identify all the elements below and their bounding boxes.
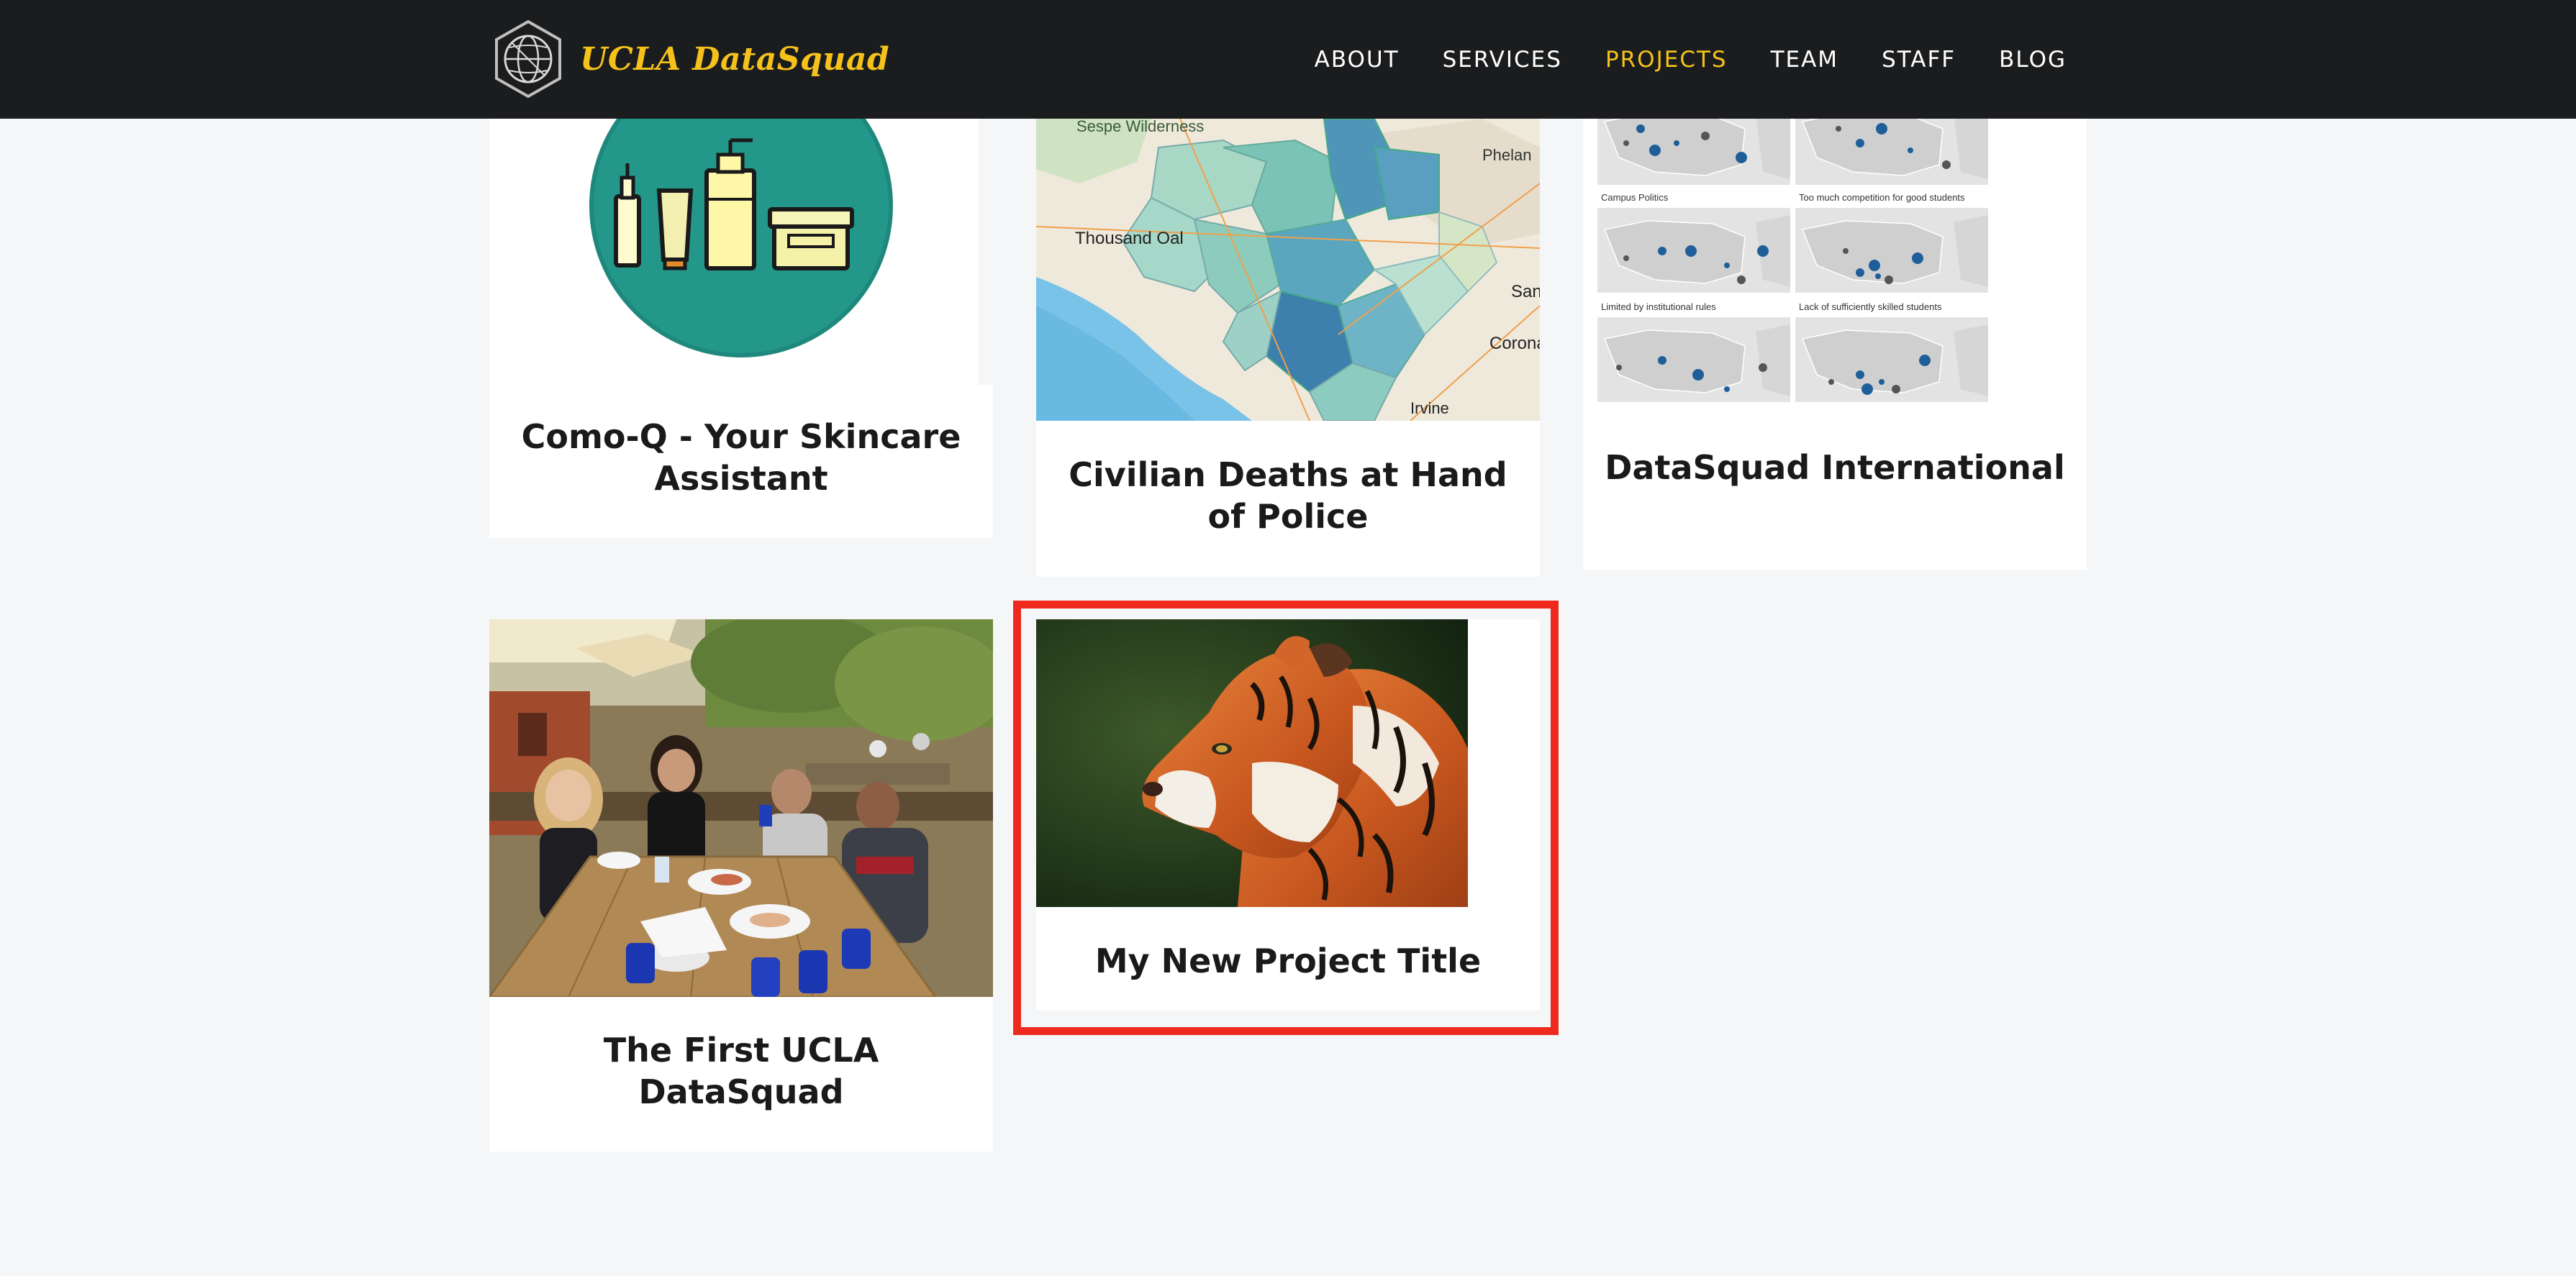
map-panel bbox=[1597, 119, 1790, 185]
map-dot bbox=[1869, 260, 1880, 271]
project-card-civilian-deaths[interactable]: Sespe Wilderness Phelan Thousand Oal Cor… bbox=[1036, 119, 1540, 577]
map-dot bbox=[1942, 160, 1951, 169]
map-dot bbox=[1649, 145, 1661, 156]
map-dot bbox=[1892, 385, 1900, 393]
map-dot bbox=[1759, 363, 1767, 372]
map-dot bbox=[1724, 386, 1730, 392]
map-dot bbox=[1757, 245, 1769, 257]
project-title: The First UCLA DataSquad bbox=[603, 1031, 879, 1111]
project-title: Civilian Deaths at Hand of Police bbox=[1069, 455, 1507, 536]
nav-team[interactable]: TEAM bbox=[1771, 47, 1838, 73]
map-dot bbox=[1658, 356, 1666, 365]
map-dot bbox=[1843, 248, 1849, 254]
map-dot bbox=[1879, 379, 1885, 385]
project-card-first-ucla-datasquad[interactable]: The First UCLA DataSquad bbox=[489, 619, 993, 1152]
map-dot bbox=[1658, 247, 1666, 255]
map-label: Irvine bbox=[1410, 399, 1449, 417]
map-dot bbox=[1616, 365, 1622, 370]
map-dot bbox=[1828, 379, 1834, 385]
nav-projects[interactable]: PROJECTS bbox=[1605, 47, 1728, 73]
nav-staff[interactable]: STAFF bbox=[1882, 47, 1956, 73]
map-dot bbox=[1875, 273, 1881, 279]
map-dot bbox=[1623, 140, 1629, 146]
map-dot bbox=[1636, 124, 1645, 133]
nav-blog[interactable]: BLOG bbox=[1999, 47, 2067, 73]
map-panel bbox=[1795, 119, 1988, 185]
map-dot bbox=[1623, 255, 1629, 261]
brand-name: UCLA DataSquad bbox=[580, 40, 890, 78]
map-label: Thousand Oal bbox=[1075, 229, 1184, 248]
navbar: UCLA DataSquad ABOUT SERVICES PROJECTS T… bbox=[0, 0, 2576, 119]
map-dot bbox=[1737, 275, 1746, 284]
tiger-photo bbox=[1036, 619, 1468, 907]
project-card-datasquad-international[interactable]: Campus Politics Too much competition for … bbox=[1583, 119, 2087, 570]
map-dot bbox=[1856, 268, 1864, 277]
map-dot bbox=[1836, 126, 1841, 132]
map-dot bbox=[1724, 263, 1730, 268]
project-card-como-q[interactable]: Como-Q - Your Skincare Assistant bbox=[489, 119, 993, 538]
project-title: Como-Q - Your Skincare Assistant bbox=[521, 417, 961, 498]
page: UCLA DataSquad ABOUT SERVICES PROJECTS T… bbox=[0, 0, 2576, 1276]
map-dot bbox=[1692, 369, 1704, 380]
map-dot bbox=[1912, 252, 1923, 264]
brand[interactable]: UCLA DataSquad bbox=[491, 16, 889, 102]
map-label: Sespe Wilderness bbox=[1076, 119, 1204, 135]
project-title: DataSquad International bbox=[1605, 448, 2065, 487]
team-photo bbox=[489, 619, 993, 997]
map-dot bbox=[1736, 152, 1747, 163]
map-dot bbox=[1856, 139, 1864, 147]
nav-services[interactable]: SERVICES bbox=[1443, 47, 1562, 73]
map-dot bbox=[1876, 123, 1887, 135]
map-panel-label: Limited by institutional rules bbox=[1601, 301, 1716, 312]
international-maps-grid: Campus Politics Too much competition for … bbox=[1597, 119, 2015, 406]
map-label: Phelan bbox=[1482, 146, 1532, 164]
map-dot bbox=[1701, 132, 1710, 140]
map-panel-label: Lack of sufficiently skilled students bbox=[1799, 301, 1942, 312]
map-dot bbox=[1856, 370, 1864, 379]
los-angeles-map: Sespe Wilderness Phelan Thousand Oal Cor… bbox=[1036, 119, 1540, 421]
main-nav: ABOUT SERVICES PROJECTS TEAM STAFF BLOG bbox=[1315, 0, 2067, 119]
map-panel-label: Campus Politics bbox=[1601, 192, 1669, 203]
nav-about[interactable]: ABOUT bbox=[1315, 47, 1400, 73]
skincare-products-icon bbox=[489, 119, 993, 385]
map-dot bbox=[1908, 147, 1913, 153]
map-label: San bbox=[1511, 282, 1540, 301]
globe-logo-icon bbox=[495, 19, 561, 99]
map-dot bbox=[1885, 275, 1893, 284]
project-card-my-new-project[interactable]: My New Project Title bbox=[1036, 619, 1540, 1011]
map-label: Corona bbox=[1489, 334, 1540, 353]
map-dot bbox=[1674, 140, 1679, 146]
map-dot bbox=[1861, 383, 1873, 395]
map-dot bbox=[1919, 355, 1931, 366]
project-title: My New Project Title bbox=[1094, 942, 1482, 980]
map-dot bbox=[1685, 245, 1697, 257]
map-panel-label: Too much competition for good students bbox=[1799, 192, 1965, 203]
